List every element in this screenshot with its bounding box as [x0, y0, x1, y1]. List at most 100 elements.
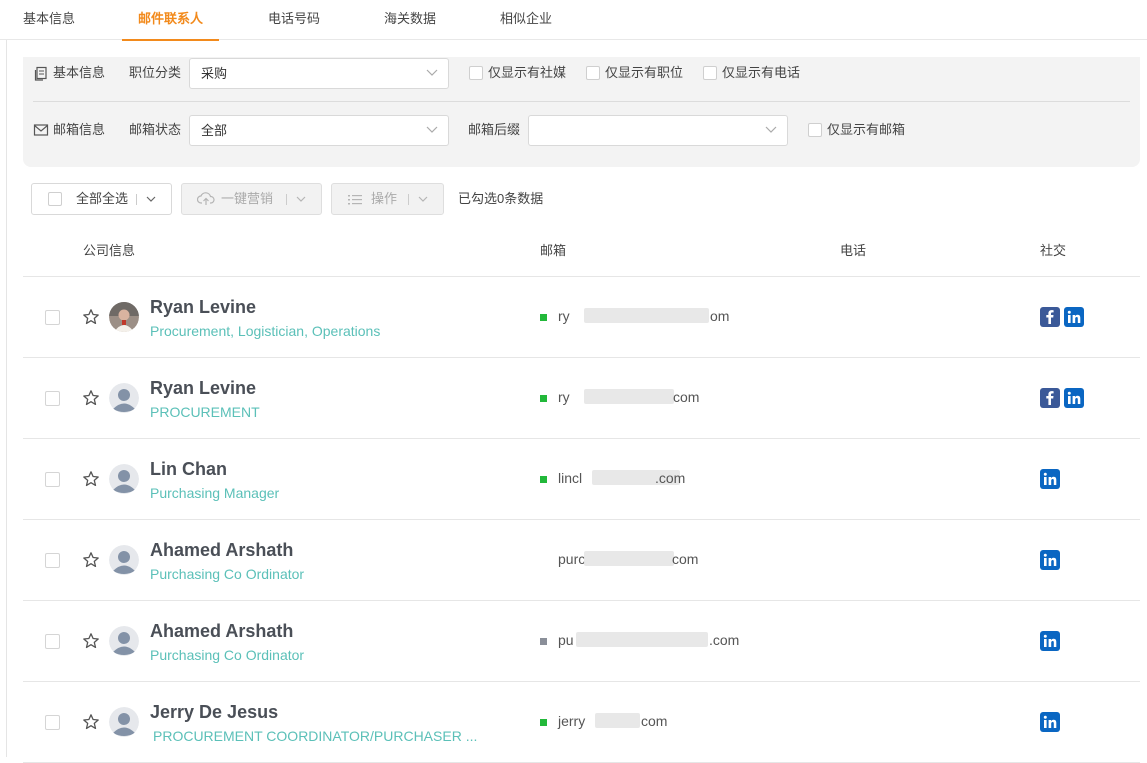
row-checkbox[interactable] [45, 553, 60, 568]
row-checkbox[interactable] [45, 310, 60, 325]
star-icon[interactable] [82, 551, 100, 569]
chevron-down-icon [426, 126, 438, 133]
contact-name[interactable]: Ahamed Arshath [150, 539, 293, 561]
document-icon [34, 66, 47, 81]
only-email-checkbox[interactable] [808, 123, 822, 137]
email-redaction [584, 551, 674, 566]
contact-name[interactable]: Lin Chan [150, 458, 227, 480]
select-all-button[interactable]: 全部全选 [31, 183, 172, 215]
tab-phone-numbers[interactable]: 电话号码 [268, 0, 320, 40]
only-phone-label[interactable]: 仅显示有电话 [722, 65, 800, 81]
email-text-end[interactable]: com [673, 389, 699, 406]
only-email-label[interactable]: 仅显示有邮箱 [827, 122, 905, 138]
star-icon[interactable] [82, 632, 100, 650]
linkedin-icon[interactable] [1064, 388, 1084, 408]
header-phone: 电话 [840, 243, 867, 258]
email-suffix-select[interactable] [528, 115, 788, 146]
linkedin-icon[interactable] [1040, 712, 1060, 732]
row-checkbox[interactable] [45, 391, 60, 406]
contact-name[interactable]: Ryan Levine [150, 296, 256, 318]
only-phone-checkbox[interactable] [703, 66, 717, 80]
star-icon[interactable] [82, 389, 100, 407]
cloud-upload-icon [197, 192, 215, 205]
position-category-label: 职位分类 [129, 65, 182, 80]
email-status-indicator [540, 638, 547, 645]
email-text-start[interactable]: lincl [558, 470, 582, 487]
email-redaction [595, 713, 640, 728]
only-position-checkbox[interactable] [586, 66, 600, 80]
basic-info-label: 基本信息 [53, 65, 106, 80]
table-row[interactable]: Ahamed Arshath Purchasing Co Ordinator pu.… [23, 601, 1140, 681]
contact-title: Procurement, Logistician, Operations [150, 323, 381, 339]
only-social-label[interactable]: 仅显示有社媒 [488, 65, 566, 81]
tab-bar: 基本信息 邮件联系人 电话号码 海关数据 相似企业 [0, 0, 1147, 41]
table-row[interactable]: Ryan Levine Procurement, Logistician, Ope… [23, 277, 1140, 357]
tab-customs-data[interactable]: 海关数据 [384, 0, 436, 40]
chevron-down-icon [146, 196, 156, 202]
contact-title: PROCUREMENT COORDINATOR/PURCHASER ... [153, 728, 478, 744]
email-redaction [576, 632, 708, 647]
only-position-label[interactable]: 仅显示有职位 [605, 65, 683, 81]
facebook-icon[interactable] [1040, 388, 1060, 408]
selected-count-status: 已勾选0条数据 [458, 191, 544, 206]
email-status-indicator [540, 395, 547, 402]
email-status-select[interactable]: 全部 [189, 115, 449, 146]
table-row[interactable]: Ahamed Arshath Purchasing Co Ordinator pur… [23, 520, 1140, 600]
email-text-start[interactable]: pu [558, 632, 574, 649]
email-text-end[interactable]: .com [655, 470, 685, 487]
select-all-checkbox[interactable] [48, 192, 62, 206]
position-category-value: 采购 [201, 66, 228, 81]
contact-title: Purchasing Co Ordinator [150, 566, 305, 582]
star-icon[interactable] [82, 308, 100, 326]
chevron-down-icon [765, 126, 777, 133]
only-social-checkbox[interactable] [469, 66, 483, 80]
email-text-start[interactable]: ry [558, 389, 570, 406]
actions-button[interactable]: 操作 [331, 183, 444, 215]
table-row[interactable]: Jerry De Jesus PROCUREMENT COORDINATOR/PU… [23, 682, 1140, 762]
one-click-marketing-button[interactable]: 一键营销 [181, 183, 322, 215]
facebook-icon[interactable] [1040, 307, 1060, 327]
contact-name[interactable]: Ahamed Arshath [150, 620, 293, 642]
one-click-marketing-label: 一键营销 [221, 191, 274, 206]
tab-email-contacts[interactable]: 邮件联系人 [121, 0, 220, 41]
button-separator [136, 194, 137, 205]
mail-icon [33, 124, 49, 136]
star-icon[interactable] [82, 470, 100, 488]
email-info-label: 邮箱信息 [53, 122, 106, 137]
button-separator [286, 194, 287, 205]
table-row[interactable]: Ryan Levine PROCUREMENT ry com [23, 358, 1140, 438]
table-row[interactable]: Lin Chan Purchasing Manager lincl .com [23, 439, 1140, 519]
contact-name[interactable]: Ryan Levine [150, 377, 256, 399]
email-text-end[interactable]: om [710, 308, 729, 325]
star-icon[interactable] [82, 713, 100, 731]
position-category-select[interactable]: 采购 [189, 58, 449, 89]
tab-basic-info[interactable]: 基本信息 [23, 0, 75, 40]
linkedin-icon[interactable] [1064, 307, 1084, 327]
contact-name[interactable]: Jerry De Jesus [150, 701, 278, 723]
contact-title: Purchasing Manager [150, 485, 280, 501]
email-status-value: 全部 [201, 123, 228, 138]
avatar [109, 626, 139, 656]
row-checkbox[interactable] [45, 634, 60, 649]
row-checkbox[interactable] [45, 472, 60, 487]
header-social: 社交 [1040, 243, 1067, 258]
email-text-start[interactable]: jerry [558, 713, 585, 730]
header-company-info: 公司信息 [83, 243, 136, 258]
header-email: 邮箱 [540, 243, 567, 258]
email-text-start[interactable]: ry [558, 308, 570, 325]
email-text-start[interactable]: purc [558, 551, 585, 568]
email-text-end[interactable]: .com [709, 632, 739, 649]
tab-similar-companies[interactable]: 相似企业 [500, 0, 552, 40]
email-text-end[interactable]: com [641, 713, 667, 730]
email-status-indicator [540, 719, 547, 726]
email-suffix-label: 邮箱后缀 [468, 122, 521, 137]
avatar [109, 302, 139, 332]
linkedin-icon[interactable] [1040, 631, 1060, 651]
linkedin-icon[interactable] [1040, 550, 1060, 570]
avatar [109, 383, 139, 413]
row-checkbox[interactable] [45, 715, 60, 730]
email-text-end[interactable]: com [672, 551, 698, 568]
email-status-indicator [540, 476, 547, 483]
linkedin-icon[interactable] [1040, 469, 1060, 489]
select-all-label: 全部全选 [76, 191, 129, 206]
